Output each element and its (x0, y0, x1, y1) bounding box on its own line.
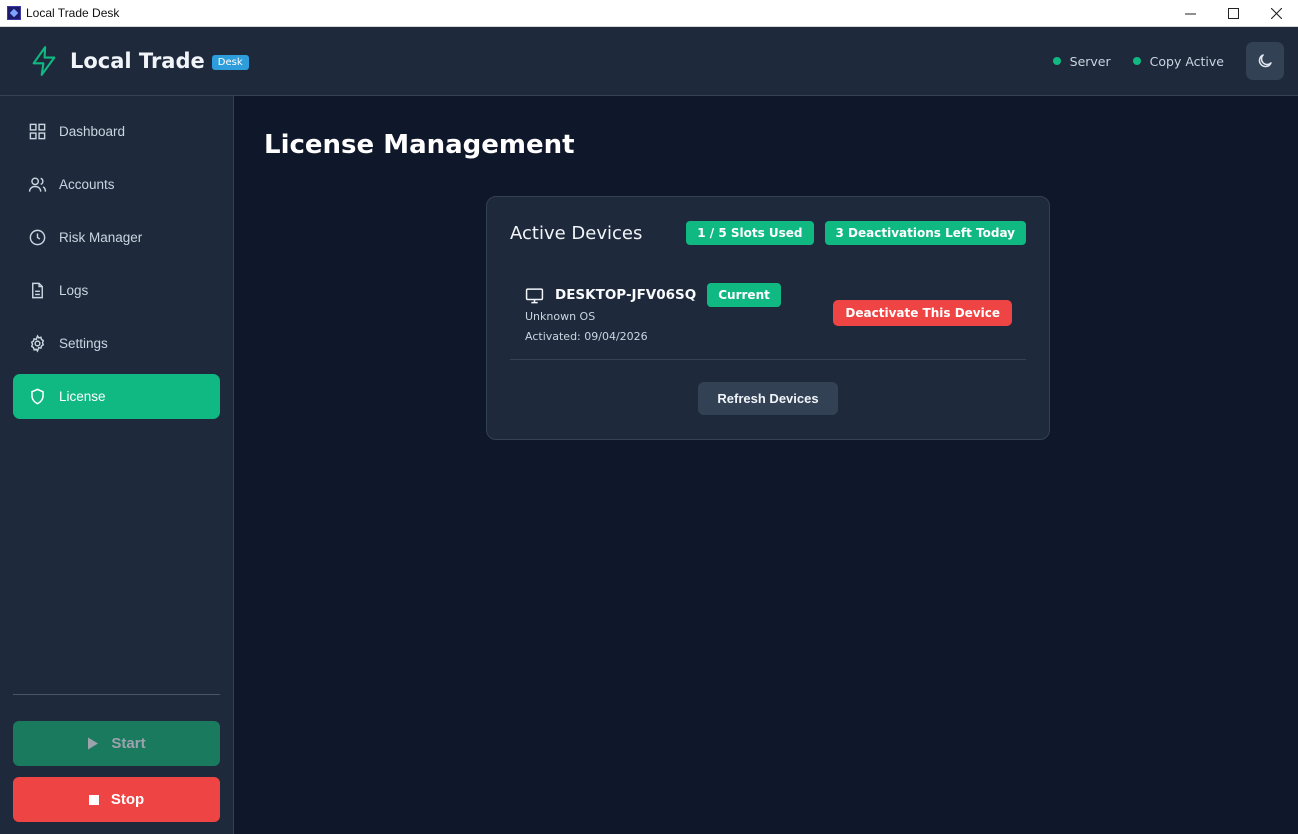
copy-status: Copy Active (1132, 53, 1224, 69)
refresh-devices-button[interactable]: Refresh Devices (698, 382, 838, 415)
sidebar-item-label: Accounts (59, 177, 115, 192)
brand-name: Local Trade (70, 49, 205, 73)
sidebar-item-logs[interactable]: Logs (13, 268, 220, 313)
copy-status-label: Copy Active (1149, 53, 1224, 69)
start-button-label: Start (111, 735, 146, 752)
current-device-badge: Current (707, 283, 781, 307)
start-button[interactable]: Start (13, 721, 220, 766)
sidebar-item-label: Dashboard (59, 124, 126, 139)
server-status-label: Server (1069, 53, 1111, 69)
server-status: Server (1052, 53, 1111, 69)
active-devices-card: Active Devices 1 / 5 Slots Used 3 Deacti… (486, 196, 1050, 440)
sidebar-item-label: Risk Manager (59, 230, 143, 245)
main-content: License Management Active Devices 1 / 5 … (234, 96, 1298, 834)
app-header: Local Trade Desk Server Copy Active (0, 27, 1298, 96)
page-title: License Management (264, 130, 575, 160)
theme-toggle-button[interactable] (1246, 42, 1284, 80)
sidebar-item-label: License (59, 389, 106, 404)
window-titlebar: Local Trade Desk (0, 0, 1298, 27)
device-activated-date: Activated: 09/04/2026 (525, 330, 648, 343)
server-status-dot (1052, 57, 1061, 65)
sidebar-item-label: Logs (59, 283, 89, 298)
sidebar: Dashboard Accounts Risk Manager Logs Set… (0, 96, 234, 834)
app-icon (7, 6, 21, 20)
window-title: Local Trade Desk (26, 6, 120, 20)
stop-button-label: Stop (110, 791, 145, 808)
close-icon (1271, 7, 1282, 19)
users-icon (28, 177, 47, 192)
device-row: DESKTOP-JFV06SQ Current Unknown OS Activ… (510, 247, 1026, 360)
sidebar-divider (13, 694, 220, 695)
sidebar-item-dashboard[interactable]: Dashboard (13, 109, 220, 154)
shield-icon (31, 388, 44, 405)
stop-button[interactable]: Stop (13, 777, 220, 822)
lightning-logo-icon (32, 46, 56, 76)
minimize-button[interactable] (1169, 0, 1212, 26)
maximize-button[interactable] (1212, 0, 1255, 26)
gear-icon (30, 334, 45, 353)
device-name: DESKTOP-JFV06SQ (555, 287, 697, 303)
sidebar-item-label: Settings (59, 336, 108, 351)
deactivations-left-badge: 3 Deactivations Left Today (824, 221, 1026, 245)
stop-icon (88, 794, 99, 805)
device-os: Unknown OS (525, 310, 596, 323)
sidebar-item-license[interactable]: License (13, 374, 220, 419)
play-icon (88, 737, 99, 750)
file-icon (32, 282, 43, 299)
minimize-icon (1185, 13, 1196, 14)
grid-icon (29, 123, 46, 140)
brand-badge: Desk (211, 55, 249, 70)
clock-icon (29, 229, 46, 246)
window-controls (1169, 0, 1298, 26)
sidebar-item-risk-manager[interactable]: Risk Manager (13, 215, 220, 260)
close-button[interactable] (1255, 0, 1298, 26)
card-title: Active Devices (510, 222, 643, 244)
moon-icon (1258, 54, 1272, 68)
slots-used-badge: 1 / 5 Slots Used (686, 221, 814, 245)
copy-status-dot (1132, 57, 1141, 65)
sidebar-item-accounts[interactable]: Accounts (13, 162, 220, 207)
monitor-icon (525, 287, 544, 303)
maximize-icon (1228, 7, 1239, 19)
deactivate-device-button[interactable]: Deactivate This Device (833, 300, 1012, 326)
sidebar-item-settings[interactable]: Settings (13, 321, 220, 366)
